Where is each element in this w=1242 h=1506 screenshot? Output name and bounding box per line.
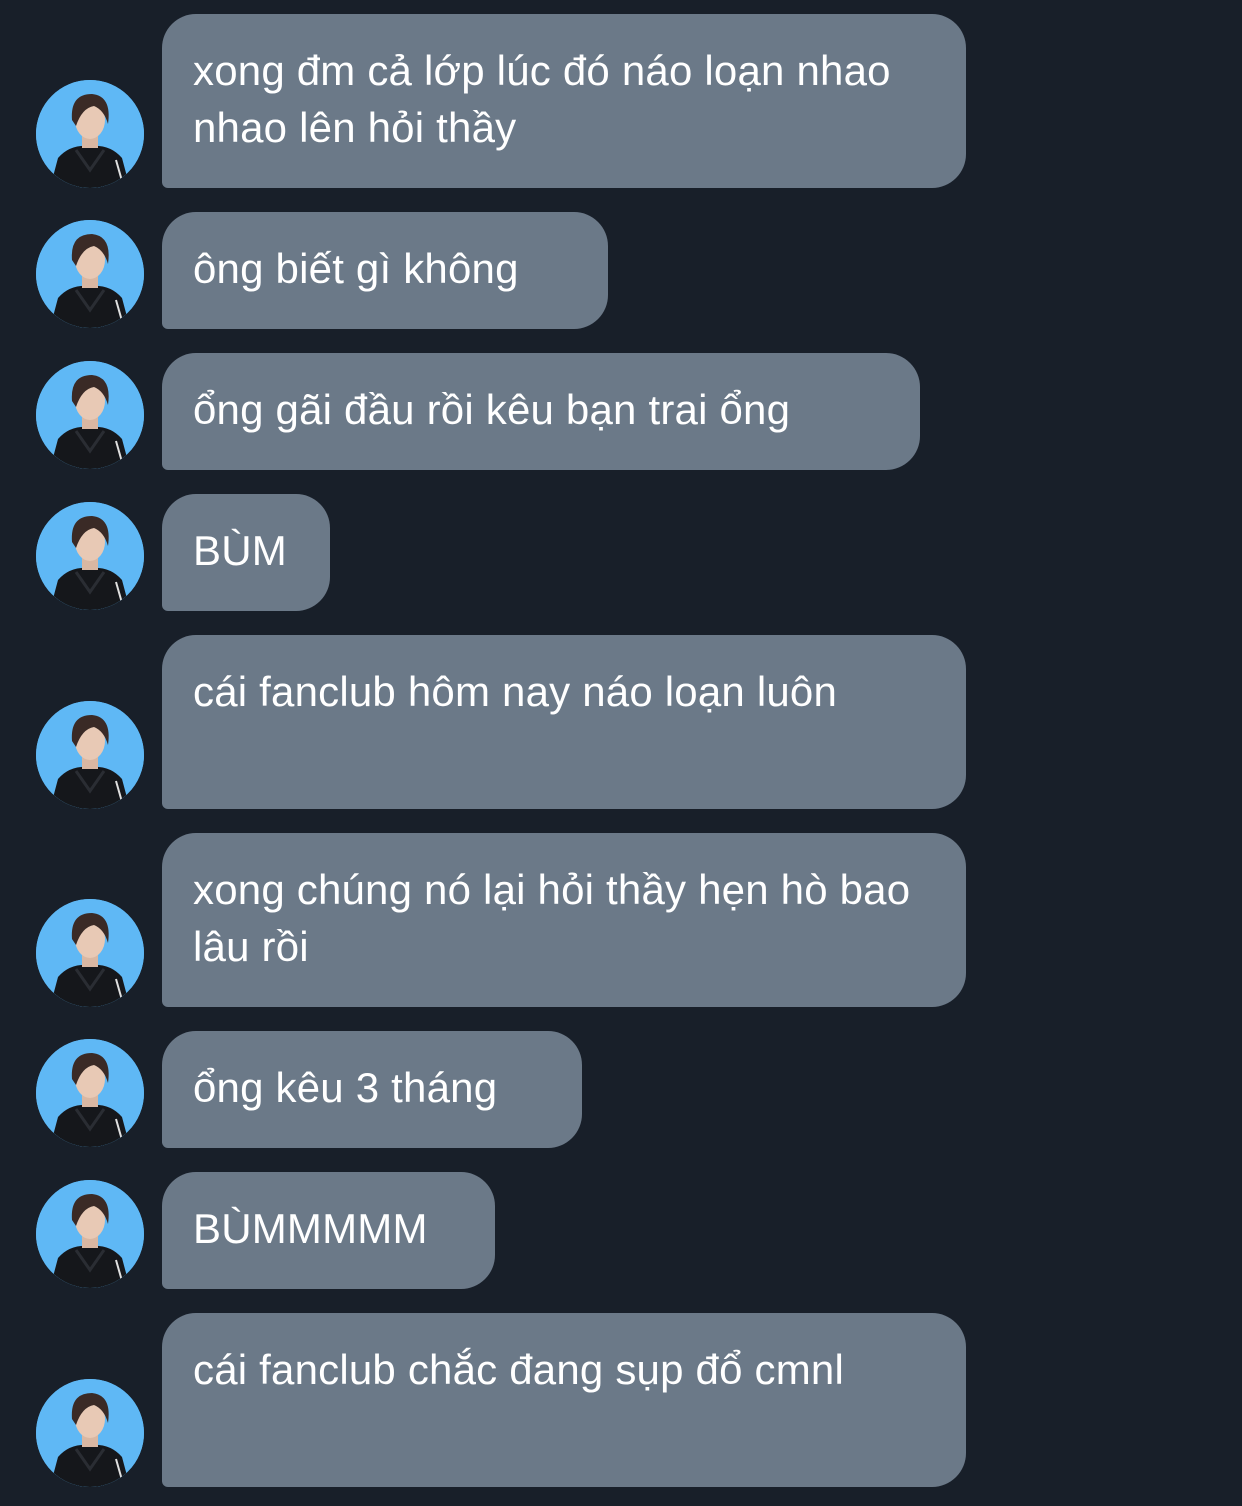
avatar[interactable] [36,701,144,809]
avatar[interactable] [36,1039,144,1147]
message-bubble[interactable]: cái fanclub chắc đang sụp đổ cmnl [162,1313,966,1487]
message-bubble[interactable]: cái fanclub hôm nay náo loạn luôn [162,635,966,809]
message-bubble[interactable]: ông biết gì không [162,212,608,329]
user-avatar-photo-icon [36,899,144,1007]
message-bubble[interactable]: ổng gãi đầu rồi kêu bạn trai ổng [162,353,920,470]
user-avatar-photo-icon [36,1379,144,1487]
user-avatar-photo-icon [36,1039,144,1147]
message-bubble[interactable]: xong chúng nó lại hỏi thầy hẹn hò bao lâ… [162,833,966,1007]
user-avatar-photo-icon [36,701,144,809]
avatar[interactable] [36,361,144,469]
avatar[interactable] [36,502,144,610]
message-bubble[interactable]: BÙM [162,494,330,611]
user-avatar-photo-icon [36,220,144,328]
user-avatar-photo-icon [36,1180,144,1288]
message-bubble[interactable]: ổng kêu 3 tháng [162,1031,582,1148]
user-avatar-photo-icon [36,80,144,188]
avatar[interactable] [36,899,144,1007]
avatar[interactable] [36,1379,144,1487]
message-bubble[interactable]: BÙMMMMM [162,1172,495,1289]
user-avatar-photo-icon [36,361,144,469]
message-bubble[interactable]: xong đm cả lớp lúc đó náo loạn nhao nhao… [162,14,966,188]
user-avatar-photo-icon [36,502,144,610]
chat-thread: xong đm cả lớp lúc đó náo loạn nhao nhao… [0,0,1242,1506]
avatar[interactable] [36,220,144,328]
avatar[interactable] [36,1180,144,1288]
avatar[interactable] [36,80,144,188]
